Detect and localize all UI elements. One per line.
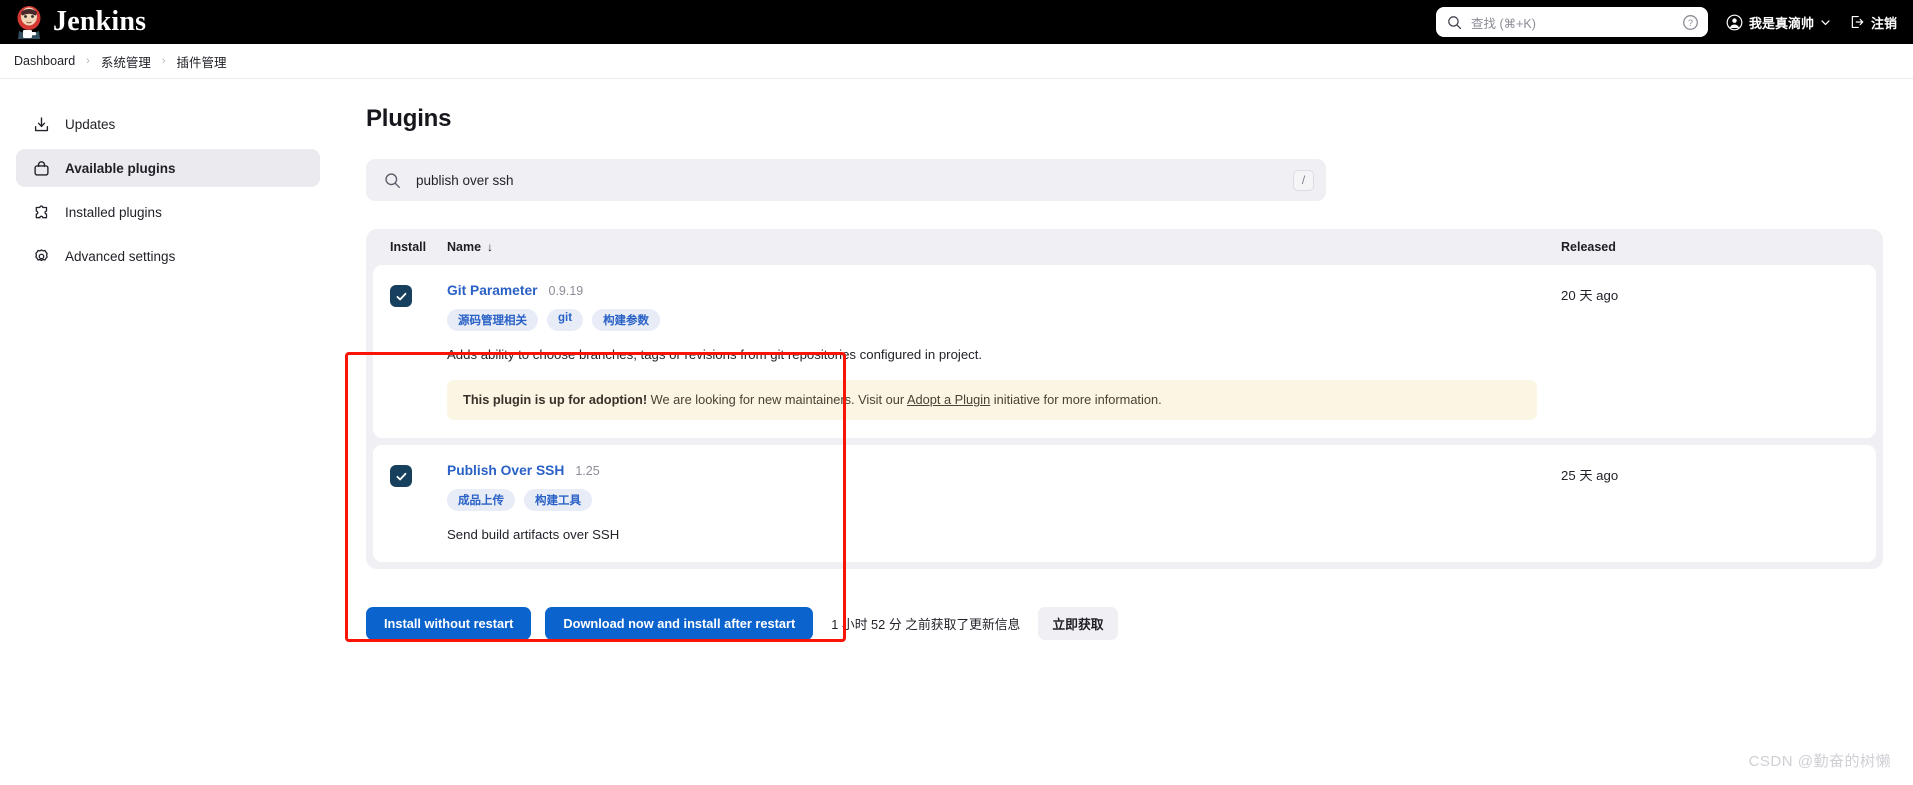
breadcrumb-item-system-manage[interactable]: 系统管理 <box>101 52 151 71</box>
gear-icon <box>35 248 48 261</box>
breadcrumb-item-dashboard[interactable]: Dashboard <box>14 54 75 68</box>
svg-text:?: ? <box>1688 18 1693 28</box>
column-header-name-label: Name <box>447 240 482 254</box>
install-checkbox[interactable] <box>390 285 412 307</box>
table-header-row: Install Name ↓ Released <box>366 229 1883 265</box>
global-search-placeholder: 查找 (⌘+K) <box>1470 16 1536 31</box>
install-checkbox[interactable] <box>390 465 412 488</box>
plugin-description: Send build artifacts over SSH <box>447 527 620 543</box>
search-icon <box>1448 15 1462 29</box>
breadcrumb-item-plugin-manage[interactable]: 插件管理 <box>177 52 227 71</box>
page-title: Plugins <box>366 105 452 132</box>
plugin-released-date: 20 天 ago <box>1561 288 1619 303</box>
sidebar-item-installed-plugins[interactable]: Installed plugins <box>16 193 320 231</box>
sidebar-item-label: Updates <box>65 116 116 132</box>
download-now-install-after-restart-button[interactable]: Download now and install after restart <box>545 607 814 641</box>
logout-label: 注销 <box>1870 15 1897 31</box>
sidebar-item-label: Advanced settings <box>65 248 176 264</box>
user-name-label: 我是真滴帅 <box>1748 15 1814 31</box>
header-right-group: 查找 (⌘+K) ? 我是真滴帅 注销 <box>1435 7 1897 37</box>
user-menu[interactable]: 我是真滴帅 <box>1726 13 1831 32</box>
adoption-notice-headline: This plugin is up for adoption! <box>463 392 648 408</box>
sidebar-item-available-plugins[interactable]: Available plugins <box>16 149 320 187</box>
sidebar-item-updates[interactable]: Updates <box>16 105 320 143</box>
plugin-tag[interactable]: git <box>547 309 584 331</box>
checkmark-icon <box>396 472 406 480</box>
puzzle-piece-icon <box>35 204 48 218</box>
cell-name: Publish Over SSH 1.25 成品上传 构建工具 Send bui… <box>447 463 1561 544</box>
plugin-tag-list: 成品上传 构建工具 <box>447 489 1543 512</box>
sort-descending-icon: ↓ <box>487 240 494 254</box>
global-search-box[interactable]: 查找 (⌘+K) ? <box>1435 7 1708 37</box>
sidebar-item-label: Installed plugins <box>65 204 162 220</box>
update-fetch-status: 1 小时 52 分 之前获取了更新信息 <box>831 617 1021 633</box>
jenkins-logo-icon <box>17 6 41 39</box>
plugin-search-input[interactable]: publish over ssh / <box>366 159 1326 201</box>
plugin-title-line: Publish Over SSH 1.25 <box>447 463 1543 478</box>
adoption-notice-text-before: We are looking for new maintainers. Visi… <box>647 392 907 408</box>
cell-released: 25 天 ago <box>1561 463 1861 484</box>
column-header-name[interactable]: Name ↓ <box>447 240 1561 254</box>
column-header-install: Install <box>390 240 427 254</box>
plugin-tag[interactable]: 源码管理相关 <box>447 309 538 331</box>
plugin-tag[interactable]: 成品上传 <box>447 489 515 512</box>
plugin-search-value: publish over ssh <box>416 172 514 188</box>
jenkins-brand[interactable]: Jenkins <box>14 5 146 39</box>
plugin-tag-list: 源码管理相关 git 构建参数 <box>447 309 1543 331</box>
plugin-version: 0.9.19 <box>548 284 584 298</box>
plugin-tag[interactable]: 构建工具 <box>524 489 592 512</box>
cell-released: 20 天 ago <box>1561 283 1861 304</box>
plugin-title-line: Git Parameter 0.9.19 <box>447 283 1543 298</box>
adopt-a-plugin-link[interactable]: Adopt a Plugin <box>907 392 990 407</box>
search-shortcut-badge: / <box>1293 169 1314 191</box>
watermark: CSDN @勤奋的树懒 <box>1748 753 1891 770</box>
sidebar: Updates Available plugins Installed plug… <box>0 79 336 784</box>
column-header-released: Released <box>1561 240 1616 254</box>
plugin-adoption-notice: This plugin is up for adoption! We are l… <box>447 380 1537 421</box>
table-body: Git Parameter 0.9.19 源码管理相关 git 构建参数 Add… <box>366 265 1883 563</box>
user-avatar-icon <box>1726 14 1743 30</box>
plugin-name-link[interactable]: Publish Over SSH <box>447 463 564 478</box>
breadcrumb: Dashboard › 系统管理 › 插件管理 <box>0 44 1913 79</box>
install-without-restart-button[interactable]: Install without restart <box>366 607 532 641</box>
breadcrumb-separator-icon: › <box>86 55 90 67</box>
table-row: Git Parameter 0.9.19 源码管理相关 git 构建参数 Add… <box>373 265 1876 439</box>
cell-name: Git Parameter 0.9.19 源码管理相关 git 构建参数 Add… <box>447 283 1561 421</box>
plugin-version: 1.25 <box>575 464 600 479</box>
plugin-bag-icon <box>34 160 49 176</box>
top-header-bar: Jenkins 查找 (⌘+K) ? 我是真滴帅 注销 <box>0 0 1913 44</box>
sidebar-item-label: Available plugins <box>65 160 176 176</box>
breadcrumb-separator-icon: › <box>161 55 166 67</box>
cell-install <box>390 463 447 488</box>
checkmark-icon <box>396 292 406 300</box>
plugin-released-date: 25 天 ago <box>1561 468 1619 484</box>
cell-install <box>390 283 447 307</box>
search-icon <box>385 172 400 188</box>
plugin-description: Adds ability to choose branches, tags or… <box>447 347 983 362</box>
page-body: Updates Available plugins Installed plug… <box>0 79 1913 784</box>
action-bar: Install without restart Download now and… <box>366 607 1883 641</box>
sidebar-item-advanced-settings[interactable]: Advanced settings <box>16 237 320 275</box>
plugins-table: Install Name ↓ Released Git Parameter 0.… <box>366 229 1883 570</box>
main-content: Plugins publish over ssh / Install Name … <box>336 79 1913 784</box>
help-circle-icon[interactable]: ? <box>1682 14 1699 31</box>
adoption-notice-text-after: initiative for more information. <box>990 392 1162 408</box>
check-now-button[interactable]: 立即获取 <box>1038 607 1118 641</box>
table-row: Publish Over SSH 1.25 成品上传 构建工具 Send bui… <box>373 445 1876 563</box>
plugin-tag[interactable]: 构建参数 <box>592 309 661 331</box>
logout-button[interactable]: 注销 <box>1849 13 1897 32</box>
plugin-name-link[interactable]: Git Parameter <box>447 283 538 298</box>
chevron-down-icon <box>1821 19 1830 25</box>
logout-icon <box>1851 15 1864 29</box>
download-box-icon <box>34 116 49 131</box>
brand-title: Jenkins <box>53 6 147 37</box>
